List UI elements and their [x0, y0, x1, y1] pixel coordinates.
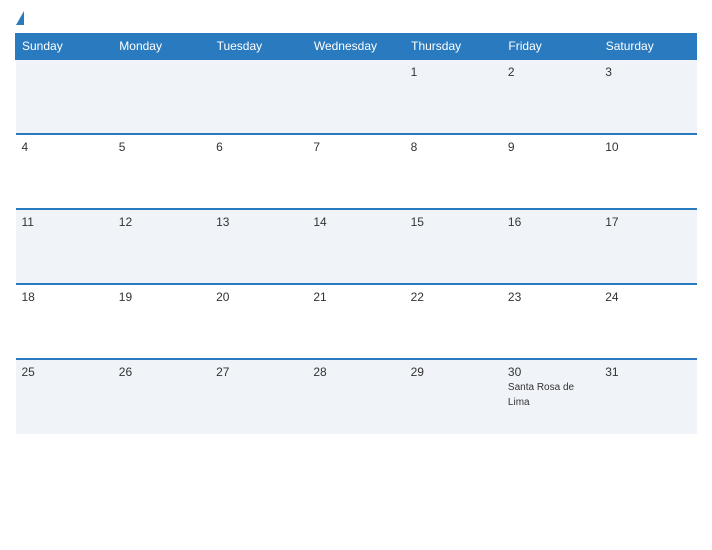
- day-number: 26: [119, 365, 204, 379]
- calendar-cell: 10: [599, 134, 696, 209]
- calendar-cell: 3: [599, 59, 696, 134]
- calendar-cell: 16: [502, 209, 599, 284]
- col-thursday: Thursday: [405, 34, 502, 60]
- day-number: 19: [119, 290, 204, 304]
- day-number: 21: [313, 290, 398, 304]
- calendar-cell: 7: [307, 134, 404, 209]
- calendar-cell: 5: [113, 134, 210, 209]
- day-number: 14: [313, 215, 398, 229]
- calendar-cell: 1: [405, 59, 502, 134]
- calendar-cell: 15: [405, 209, 502, 284]
- day-number: 8: [411, 140, 496, 154]
- calendar-cell: 27: [210, 359, 307, 434]
- calendar-cell: 28: [307, 359, 404, 434]
- day-number: 6: [216, 140, 301, 154]
- calendar-page: Sunday Monday Tuesday Wednesday Thursday…: [0, 0, 712, 550]
- calendar-cell: 30 Santa Rosa de Lima: [502, 359, 599, 434]
- logo: [15, 10, 24, 25]
- calendar-cell: 4: [16, 134, 113, 209]
- calendar-cell: 26: [113, 359, 210, 434]
- calendar-cell: 11: [16, 209, 113, 284]
- day-number: 13: [216, 215, 301, 229]
- calendar-week-row: 11 12 13 14 15 16 17: [16, 209, 697, 284]
- day-number: 25: [22, 365, 107, 379]
- col-sunday: Sunday: [16, 34, 113, 60]
- calendar-cell: 18: [16, 284, 113, 359]
- day-number: 22: [411, 290, 496, 304]
- day-number: 10: [605, 140, 690, 154]
- day-number: 27: [216, 365, 301, 379]
- calendar-cell: [210, 59, 307, 134]
- calendar-week-row: 123: [16, 59, 697, 134]
- calendar-cell: [16, 59, 113, 134]
- col-tuesday: Tuesday: [210, 34, 307, 60]
- day-number: 18: [22, 290, 107, 304]
- calendar-cell: 24: [599, 284, 696, 359]
- calendar-cell: 17: [599, 209, 696, 284]
- logo-triangle-icon: [16, 11, 24, 25]
- day-number: 23: [508, 290, 593, 304]
- col-wednesday: Wednesday: [307, 34, 404, 60]
- day-number: 15: [411, 215, 496, 229]
- calendar-week-row: 18 19 20 21 22 23 24: [16, 284, 697, 359]
- day-number: 12: [119, 215, 204, 229]
- calendar-cell: 21: [307, 284, 404, 359]
- col-saturday: Saturday: [599, 34, 696, 60]
- calendar-cell: 20: [210, 284, 307, 359]
- day-number: 7: [313, 140, 398, 154]
- calendar-body: 1234567891011121314151617181920212223242…: [16, 59, 697, 434]
- calendar-cell: 2: [502, 59, 599, 134]
- day-number: 17: [605, 215, 690, 229]
- day-number: 31: [605, 365, 690, 379]
- col-monday: Monday: [113, 34, 210, 60]
- calendar-event: Santa Rosa de Lima: [508, 382, 574, 408]
- day-number: 11: [22, 215, 107, 229]
- header: [15, 10, 697, 25]
- day-number: 16: [508, 215, 593, 229]
- calendar-cell: 12: [113, 209, 210, 284]
- calendar-cell: 8: [405, 134, 502, 209]
- calendar-cell: [113, 59, 210, 134]
- calendar-cell: 14: [307, 209, 404, 284]
- day-number: 28: [313, 365, 398, 379]
- day-number: 1: [411, 65, 496, 79]
- day-number: 24: [605, 290, 690, 304]
- calendar-header: Sunday Monday Tuesday Wednesday Thursday…: [16, 34, 697, 60]
- calendar-week-row: 25 26 27 28 29 30 Santa Rosa de Lima 31: [16, 359, 697, 434]
- calendar-cell: 9: [502, 134, 599, 209]
- day-number: 29: [411, 365, 496, 379]
- calendar-cell: [307, 59, 404, 134]
- calendar-table: Sunday Monday Tuesday Wednesday Thursday…: [15, 33, 697, 434]
- calendar-cell: 29: [405, 359, 502, 434]
- day-number: 4: [22, 140, 107, 154]
- calendar-week-row: 456789 10: [16, 134, 697, 209]
- day-number: 5: [119, 140, 204, 154]
- calendar-cell: 6: [210, 134, 307, 209]
- calendar-cell: 22: [405, 284, 502, 359]
- col-friday: Friday: [502, 34, 599, 60]
- calendar-cell: 31: [599, 359, 696, 434]
- day-number: 3: [605, 65, 690, 79]
- weekday-header-row: Sunday Monday Tuesday Wednesday Thursday…: [16, 34, 697, 60]
- calendar-cell: 23: [502, 284, 599, 359]
- calendar-cell: 13: [210, 209, 307, 284]
- day-number: 30: [508, 365, 593, 379]
- day-number: 2: [508, 65, 593, 79]
- day-number: 9: [508, 140, 593, 154]
- day-number: 20: [216, 290, 301, 304]
- calendar-cell: 19: [113, 284, 210, 359]
- calendar-cell: 25: [16, 359, 113, 434]
